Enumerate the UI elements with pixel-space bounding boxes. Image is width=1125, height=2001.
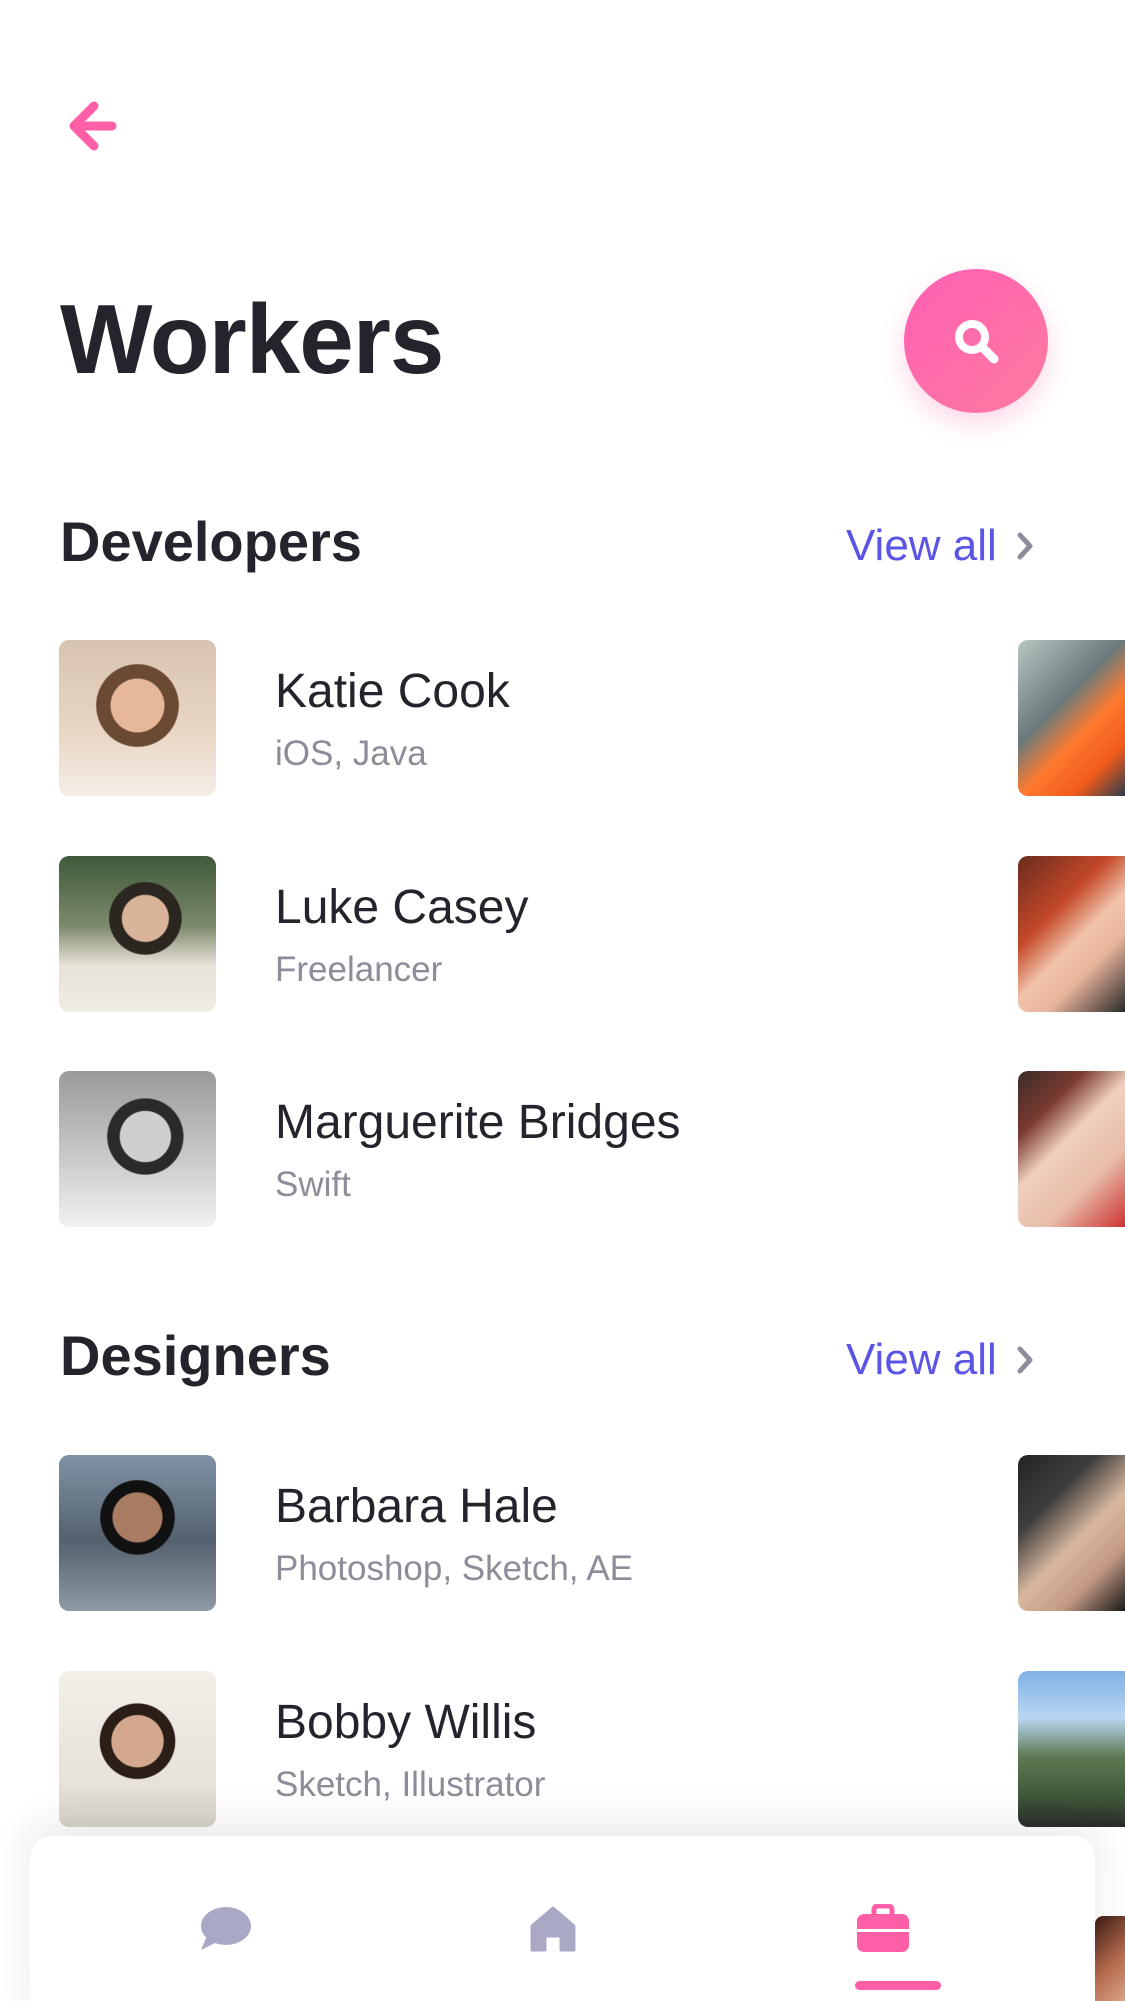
- view-all-designers-link[interactable]: View all: [846, 1338, 1035, 1382]
- worker-name: Katie Cook: [275, 665, 510, 718]
- worker-name: Luke Casey: [275, 881, 529, 934]
- peek-avatar[interactable]: [1018, 1671, 1125, 1827]
- view-all-label: View all: [846, 521, 997, 570]
- home-icon: [530, 1906, 576, 1952]
- worker-row[interactable]: Marguerite Bridges Swift: [0, 1071, 1125, 1227]
- nav-item-chat[interactable]: [190, 1894, 260, 1964]
- worker-skills: Freelancer: [275, 950, 443, 989]
- worker-row[interactable]: Katie Cook iOS, Java: [0, 640, 1125, 796]
- avatar: [59, 856, 216, 1012]
- briefcase-icon: [857, 1904, 909, 1952]
- worker-row[interactable]: Bobby Willis Sketch, Illustrator: [0, 1671, 1125, 1827]
- section-title-designers: Designers: [60, 1324, 331, 1387]
- worker-name: Barbara Hale: [275, 1480, 558, 1533]
- chevron-right-icon: [1017, 1346, 1033, 1374]
- peek-avatar[interactable]: [1018, 1071, 1125, 1227]
- active-tab-indicator: [855, 1981, 941, 1990]
- page-title: Workers: [60, 284, 444, 394]
- avatar: [59, 1071, 216, 1227]
- worker-skills: Swift: [275, 1165, 351, 1204]
- worker-name: Marguerite Bridges: [275, 1096, 681, 1149]
- view-all-label: View all: [846, 1335, 997, 1384]
- worker-skills: iOS, Java: [275, 734, 427, 773]
- chevron-right-icon: [1017, 532, 1033, 560]
- avatar: [59, 1671, 216, 1827]
- peek-avatar[interactable]: [1018, 640, 1125, 796]
- worker-skills: Photoshop, Sketch, AE: [275, 1549, 634, 1588]
- section-title-developers: Developers: [60, 510, 362, 573]
- worker-name: Bobby Willis: [275, 1696, 537, 1749]
- avatar: [59, 1455, 216, 1611]
- back-button[interactable]: [56, 92, 128, 160]
- nav-item-home[interactable]: [518, 1894, 588, 1964]
- search-button[interactable]: [904, 269, 1048, 413]
- peek-avatar: [1095, 1916, 1125, 2001]
- worker-skills: Sketch, Illustrator: [275, 1765, 546, 1804]
- bottom-nav: [30, 1836, 1095, 2001]
- peek-avatar[interactable]: [1018, 1455, 1125, 1611]
- worker-row[interactable]: Luke Casey Freelancer: [0, 856, 1125, 1012]
- back-arrow-icon: [69, 101, 117, 151]
- worker-row[interactable]: Barbara Hale Photoshop, Sketch, AE: [0, 1455, 1125, 1611]
- avatar: [59, 640, 216, 796]
- view-all-developers-link[interactable]: View all: [846, 524, 1035, 568]
- peek-avatar[interactable]: [1018, 856, 1125, 1012]
- nav-item-work[interactable]: [848, 1894, 918, 1964]
- search-icon: [955, 320, 999, 364]
- chat-bubble-icon: [201, 1907, 251, 1950]
